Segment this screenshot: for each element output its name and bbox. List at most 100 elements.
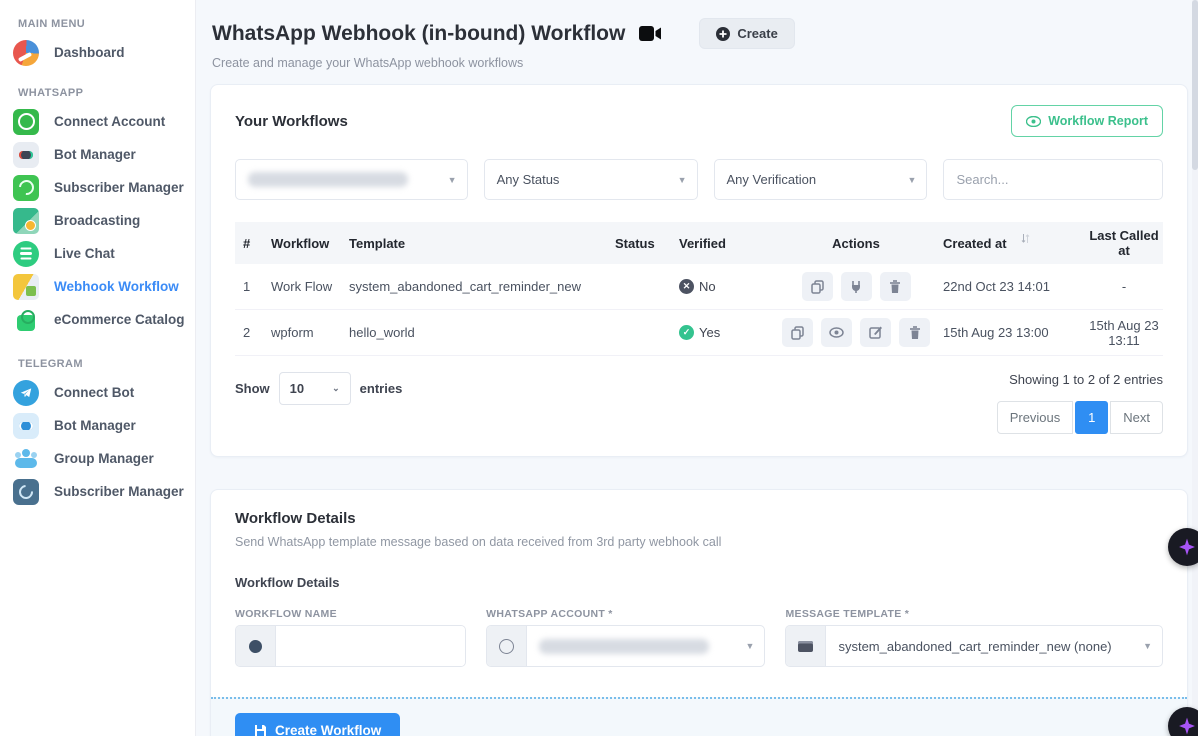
edit-button[interactable] <box>860 318 891 347</box>
create-button[interactable]: Create <box>699 18 794 49</box>
sidebar-item-label: Group Manager <box>54 451 154 466</box>
workflow-name-field <box>235 625 466 667</box>
sidebar-item-dashboard[interactable]: Dashboard <box>0 36 195 69</box>
show-label: Show <box>235 381 270 396</box>
chevron-down-icon: ▼ <box>908 175 917 185</box>
workflow-report-label: Workflow Report <box>1048 114 1148 128</box>
sidebar-item-label: Broadcasting <box>54 213 140 228</box>
row-created-at: 15th Aug 23 13:00 <box>943 325 1085 340</box>
sparkle-icon <box>1177 716 1197 736</box>
table-row: 2 wpform hello_world ✓ Yes <box>235 310 1163 356</box>
sidebar-item-group-manager[interactable]: Group Manager <box>0 442 195 475</box>
workflow-report-button[interactable]: Workflow Report <box>1011 105 1163 137</box>
status-filter-select[interactable]: Any Status ▼ <box>484 159 698 200</box>
filter-bar: ▼ Any Status ▼ Any Verification ▼ <box>211 143 1187 204</box>
col-template[interactable]: Template <box>349 236 615 251</box>
copy-button[interactable] <box>802 272 833 301</box>
pagination-previous[interactable]: Previous <box>997 401 1074 434</box>
table-header-row: # Workflow Template Status Verified Acti… <box>235 222 1163 264</box>
workflow-name-label: WORKFLOW NAME <box>235 608 466 620</box>
sidebar-section-whatsapp: WHATSAPP <box>0 79 195 105</box>
telegram-plane-icon <box>13 380 39 406</box>
chevron-down-icon: ⌄ <box>332 383 340 394</box>
sidebar-item-connect-bot[interactable]: Connect Bot <box>0 376 195 409</box>
search-input[interactable] <box>956 172 1150 187</box>
plus-circle-icon <box>716 27 730 41</box>
sidebar-item-connect-account[interactable]: Connect Account <box>0 105 195 138</box>
create-workflow-button[interactable]: Create Workflow <box>235 713 400 736</box>
pagination-page-1[interactable]: 1 <box>1075 401 1108 434</box>
row-created-at: 22nd Oct 23 14:01 <box>943 279 1085 294</box>
scrollbar-track[interactable] <box>1192 0 1198 736</box>
sidebar-item-webhook-workflow[interactable]: Webhook Workflow <box>0 270 195 303</box>
workflows-card: Your Workflows Workflow Report ▼ Any Sta… <box>210 84 1188 457</box>
row-template-name: system_abandoned_cart_reminder_new <box>349 279 615 294</box>
details-section-label: Workflow Details <box>235 575 1163 590</box>
table-row: 1 Work Flow system_abandoned_cart_remind… <box>235 264 1163 310</box>
robot-icon <box>13 142 39 168</box>
pagination-next[interactable]: Next <box>1110 401 1163 434</box>
sidebar-item-bot-manager-whatsapp[interactable]: Bot Manager <box>0 138 195 171</box>
view-button[interactable] <box>821 318 852 347</box>
create-workflow-label: Create Workflow <box>275 723 381 736</box>
template-card-icon <box>786 626 826 666</box>
chevron-down-icon: ▼ <box>448 175 457 185</box>
entries-summary: Showing 1 to 2 of 2 entries <box>1009 372 1163 387</box>
sidebar-item-label: Subscriber Manager <box>54 180 184 195</box>
delete-button[interactable] <box>899 318 930 347</box>
sidebar-item-broadcasting[interactable]: Broadcasting <box>0 204 195 237</box>
sidebar-item-label: Webhook Workflow <box>54 279 179 294</box>
whatsapp-icon <box>13 109 39 135</box>
col-last-called[interactable]: Last Called at <box>1085 228 1163 258</box>
message-template-select[interactable]: system_abandoned_cart_reminder_new (none… <box>785 625 1163 667</box>
workflow-name-input[interactable] <box>276 626 465 666</box>
ai-assistant-button[interactable] <box>1168 528 1198 566</box>
verification-filter-select[interactable]: Any Verification ▼ <box>714 159 928 200</box>
redacted-account-value <box>539 639 709 654</box>
verified-badge: ✕ No <box>679 279 769 294</box>
scrollbar-thumb[interactable] <box>1192 0 1198 170</box>
sidebar: MAIN MENU Dashboard WHATSAPP Connect Acc… <box>0 0 196 736</box>
page-title: WhatsApp Webhook (in-bound) Workflow <box>212 22 625 46</box>
row-workflow-name: wpform <box>261 325 349 340</box>
sidebar-item-label: Subscriber Manager <box>54 484 184 499</box>
redacted-account-value <box>248 172 408 187</box>
sidebar-item-bot-manager-telegram[interactable]: Bot Manager <box>0 409 195 442</box>
verified-badge: ✓ Yes <box>679 325 769 340</box>
chevron-down-icon: ▼ <box>678 175 687 185</box>
copy-button[interactable] <box>782 318 813 347</box>
col-num[interactable]: # <box>235 236 261 251</box>
row-num: 1 <box>235 279 261 294</box>
sidebar-item-ecommerce-catalog[interactable]: eCommerce Catalog <box>0 303 195 336</box>
details-card-footer: Create Workflow <box>211 697 1187 736</box>
col-created-at[interactable]: Created at <box>943 236 1085 251</box>
sidebar-item-live-chat[interactable]: Live Chat <box>0 237 195 270</box>
row-last-called-at: 15th Aug 23 13:11 <box>1085 318 1163 348</box>
sidebar-item-subscriber-manager-telegram[interactable]: Subscriber Manager <box>0 475 195 508</box>
video-camera-icon[interactable] <box>639 25 663 42</box>
col-status[interactable]: Status <box>615 236 679 251</box>
row-template-name: hello_world <box>349 325 615 340</box>
col-verified[interactable]: Verified <box>679 236 769 251</box>
page-subtitle: Create and manage your WhatsApp webhook … <box>208 49 1184 70</box>
col-actions[interactable]: Actions <box>769 236 943 251</box>
save-icon <box>254 724 267 736</box>
eye-icon <box>1026 116 1041 127</box>
message-template-value: system_abandoned_cart_reminder_new (none… <box>826 626 1162 666</box>
delete-button[interactable] <box>880 272 911 301</box>
workflow-details-card: Workflow Details Send WhatsApp template … <box>210 489 1188 736</box>
row-last-called-at: - <box>1085 279 1163 294</box>
sort-icon[interactable] <box>1021 232 1030 247</box>
workflow-form: WORKFLOW NAME WHATSAPP ACCOUNT * ▼ <box>235 608 1163 667</box>
dashboard-gauge-icon <box>13 40 39 66</box>
account-filter-select[interactable]: ▼ <box>235 159 468 200</box>
whatsapp-account-select[interactable]: ▼ <box>486 625 765 667</box>
sidebar-item-label: eCommerce Catalog <box>54 312 185 327</box>
page-size-select[interactable]: 10 ⌄ <box>279 372 351 405</box>
sidebar-item-subscriber-manager-whatsapp[interactable]: Subscriber Manager <box>0 171 195 204</box>
app-window: MAIN MENU Dashboard WHATSAPP Connect Acc… <box>0 0 1198 736</box>
col-workflow[interactable]: Workflow <box>261 236 349 251</box>
workflows-table: # Workflow Template Status Verified Acti… <box>235 222 1163 356</box>
webhook-plug-button[interactable] <box>841 272 872 301</box>
sparkle-icon <box>1177 537 1197 557</box>
